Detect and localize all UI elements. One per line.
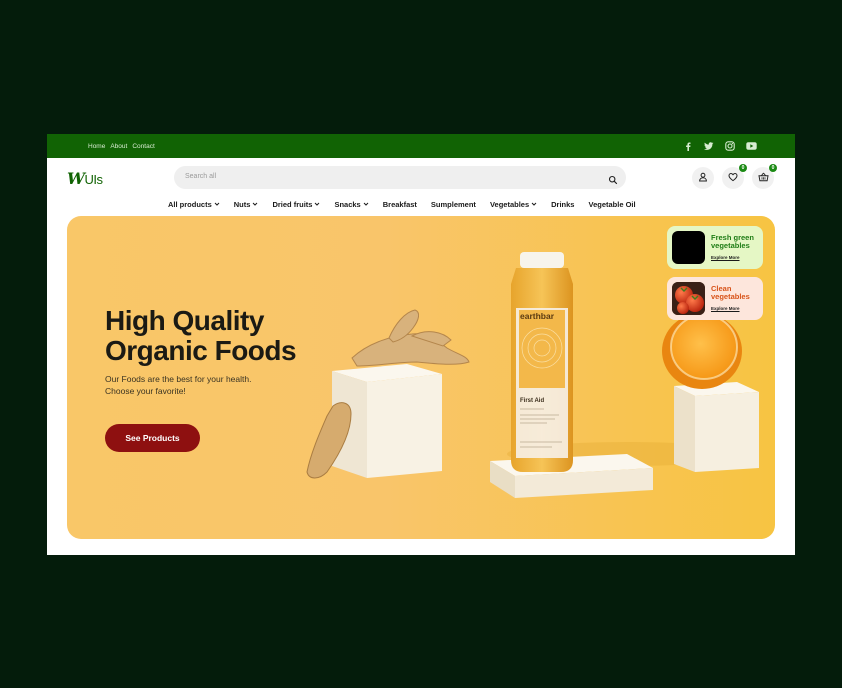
nav-item-label: Vegetables (489, 199, 530, 209)
category-nav: All products Nuts Dried fruits Snacks Breakf… (168, 198, 636, 210)
hero-subtitle-line-2: Choose your favorite! (105, 386, 186, 396)
hero-title-line-2: Organic Foods (105, 335, 297, 366)
user-icon (698, 169, 708, 187)
contact-link[interactable]: Contact (132, 143, 154, 150)
account-button[interactable] (692, 167, 714, 189)
promo-card-fresh-vegetables[interactable]: Fresh green vegetables Explore More (667, 226, 763, 269)
nav-item-label: Drinks (551, 199, 575, 209)
see-products-button[interactable]: See Products (105, 424, 200, 452)
nav-item-snacks[interactable]: Snacks (334, 199, 369, 209)
twitter-icon[interactable] (703, 140, 715, 152)
explore-more-link[interactable]: Explore More (711, 255, 740, 260)
bottle-brand-label: earthbar (520, 311, 555, 321)
instagram-icon[interactable] (724, 140, 736, 152)
hero-title: High Quality Organic Foods (105, 305, 297, 366)
hero-title-line-1: High Quality (105, 305, 264, 336)
basket-icon (757, 169, 769, 187)
logo-mark: W (67, 169, 85, 188)
browser-page: Home About Contact WUIs Search all 0 0 A… (47, 134, 795, 555)
promo-image-tomatoes (672, 282, 705, 315)
nav-item-vegetable-oil[interactable]: Vegetable Oil (588, 200, 635, 209)
nav-item-breakfast[interactable]: Breakfast (383, 200, 417, 209)
nav-item-label: Sumplement (430, 199, 476, 209)
chevron-down-icon (363, 202, 369, 206)
chevron-down-icon (214, 202, 220, 206)
nav-item-label: All products (168, 199, 212, 209)
search-bar[interactable]: Search all (174, 166, 626, 189)
top-bar: Home About Contact (47, 134, 795, 158)
chevron-down-icon (315, 202, 320, 206)
hero-subtitle: Our Foods are the best for your health. … (105, 373, 295, 397)
facebook-icon[interactable] (682, 140, 694, 152)
nav-item-sumplement[interactable]: Sumplement (431, 200, 476, 209)
bottle-flavor-label: First Aid (520, 398, 544, 404)
cart-count-badge: 0 (769, 164, 777, 172)
social-links (682, 134, 757, 158)
hero-banner: earthbar First Aid High Quality Organic … (67, 216, 775, 539)
promo-title: Clean vegetables (711, 284, 750, 301)
nav-item-vegetables[interactable]: Vegetables (490, 200, 537, 209)
cart-button[interactable]: 0 (752, 164, 777, 189)
nav-item-all-products[interactable]: All products (168, 200, 220, 209)
promo-image-vegetables (672, 231, 705, 264)
nav-item-drinks[interactable]: Drinks (551, 200, 574, 209)
nav-item-label: Nuts (233, 199, 251, 209)
nav-item-dried-fruits[interactable]: Dried fruits (272, 200, 320, 209)
youtube-icon[interactable] (745, 140, 757, 152)
search-input[interactable]: Search all (185, 173, 216, 180)
chevron-down-icon (253, 202, 258, 206)
heart-icon (728, 169, 738, 187)
nav-item-label: Dried fruits (272, 199, 313, 209)
wishlist-button[interactable]: 0 (722, 164, 747, 189)
explore-more-link[interactable]: Explore More (711, 306, 740, 311)
nav-item-label: Breakfast (382, 199, 417, 209)
top-links: Home About Contact (88, 134, 155, 158)
about-link[interactable]: About (110, 143, 127, 150)
nav-item-nuts[interactable]: Nuts (234, 200, 259, 209)
wishlist-count-badge: 0 (739, 164, 747, 172)
nav-item-label: Snacks (334, 199, 361, 209)
hero-subtitle-line-1: Our Foods are the best for your health. (105, 374, 252, 384)
search-icon[interactable] (608, 172, 618, 185)
chevron-down-icon (531, 202, 537, 206)
logo[interactable]: WUIs (67, 169, 103, 189)
promo-title: Fresh green vegetables (711, 233, 754, 250)
home-link[interactable]: Home (88, 143, 105, 150)
logo-text: UIs (84, 172, 103, 187)
nav-item-label: Vegetable Oil (588, 199, 636, 209)
promo-card-clean-vegetables[interactable]: Clean vegetables Explore More (667, 277, 763, 320)
